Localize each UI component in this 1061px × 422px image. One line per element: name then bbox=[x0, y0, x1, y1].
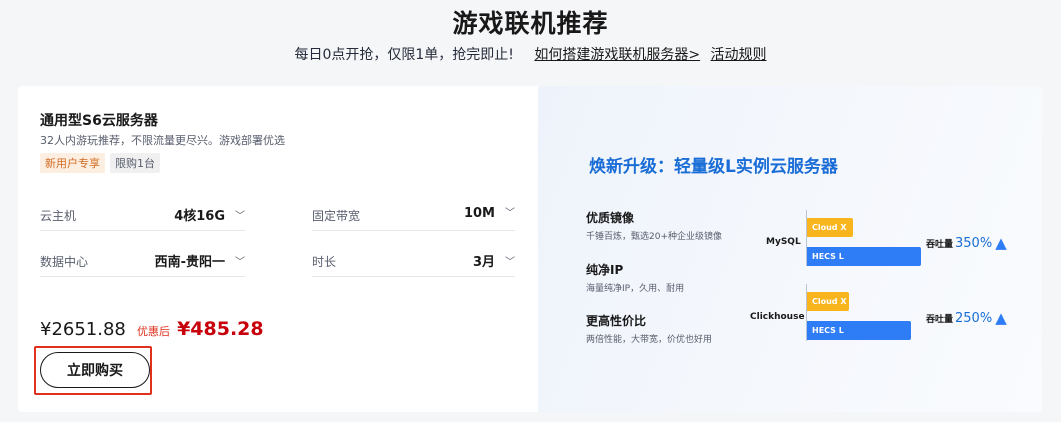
spec-host-label: 云主机 bbox=[40, 209, 77, 223]
comparison-name: MySQL bbox=[766, 237, 801, 247]
feature-desc: 两倍性能，大带宽，价优也好用 bbox=[586, 335, 713, 345]
product-panel: 通用型S6云服务器 32人内游玩推荐，不限流量更尽兴。游戏部署优选 新用户专享 … bbox=[18, 86, 538, 412]
page-title: 游戏联机推荐 bbox=[452, 9, 609, 38]
guide-link[interactable]: 如何搭建游戏联机服务器> bbox=[534, 47, 700, 63]
chevron-down-icon: ﹀ bbox=[235, 257, 245, 268]
metric-label: 吞吐量 bbox=[926, 315, 954, 325]
throughput-metric: 吞吐量 350% ▲ bbox=[926, 233, 1007, 252]
chevron-down-icon: ﹀ bbox=[505, 257, 515, 268]
hecs-bar: HECS L bbox=[807, 247, 921, 266]
price-tip: 优惠后 bbox=[136, 325, 170, 338]
product-title: 通用型S6云服务器 bbox=[40, 113, 158, 129]
product-desc: 32人内游玩推荐，不限流量更尽兴。游戏部署优选 bbox=[40, 134, 285, 147]
product-tags: 新用户专享 限购1台 bbox=[40, 153, 160, 173]
new-user-tag: 新用户专享 bbox=[40, 153, 105, 173]
metric-value: 350% bbox=[955, 236, 993, 251]
feature-title: 优质镜像 bbox=[586, 211, 635, 225]
throughput-metric: 吞吐量 250% ▲ bbox=[926, 308, 1007, 327]
arrow-up-icon: ▲ bbox=[995, 234, 1007, 252]
comparison-name: Clickhouse bbox=[750, 312, 805, 322]
price-original: ¥2651.88 bbox=[40, 319, 126, 340]
arrow-up-icon: ▲ bbox=[995, 309, 1007, 327]
promo-panel: 焕新升级：轻量级L实例云服务器 优质镜像 千锤百炼，甄选20+种企业级镜像 纯净… bbox=[538, 86, 1042, 412]
promo-title: 焕新升级：轻量级L实例云服务器 bbox=[589, 157, 838, 177]
feature-desc: 海量纯净IP，久用、耐用 bbox=[586, 284, 685, 294]
buy-now-button[interactable]: 立即购买 bbox=[40, 352, 150, 388]
metric-label: 吞吐量 bbox=[926, 240, 954, 250]
price-final: ¥485.28 bbox=[177, 318, 264, 340]
feature-title: 更高性价比 bbox=[586, 314, 647, 328]
hecs-bar: HECS L bbox=[807, 321, 911, 340]
spec-duration-label: 时长 bbox=[312, 255, 337, 269]
spec-datacenter-label: 数据中心 bbox=[40, 255, 89, 269]
limit-tag: 限购1台 bbox=[110, 153, 160, 173]
page-subtitle: 每日0点开抢，仅限1单，抢完即止! 如何搭建游戏联机服务器> 活动规则 bbox=[0, 44, 1061, 64]
spec-datacenter-value: 西南-贵阳一 bbox=[154, 255, 225, 270]
spec-duration: 时长 3月 ﹀ bbox=[312, 251, 515, 277]
rules-link[interactable]: 活动规则 bbox=[711, 47, 767, 63]
spec-bandwidth-select[interactable]: 10M ﹀ bbox=[464, 205, 515, 221]
feature-desc: 千锤百炼，甄选20+种企业级镜像 bbox=[586, 232, 722, 242]
spec-host-value: 4核16G bbox=[174, 209, 225, 224]
metric-value: 250% bbox=[955, 311, 993, 326]
spec-duration-value: 3月 bbox=[472, 255, 495, 270]
spec-bandwidth-value: 10M bbox=[463, 206, 495, 221]
spec-duration-select[interactable]: 3月 ﹀ bbox=[473, 251, 515, 270]
spec-bandwidth: 固定带宽 10M ﹀ bbox=[312, 205, 515, 231]
cloudx-bar: Cloud X bbox=[807, 292, 849, 311]
cloudx-bar: Cloud X bbox=[807, 218, 853, 237]
feature-title: 纯净IP bbox=[586, 263, 624, 277]
spec-datacenter: 数据中心 西南-贵阳一 ﹀ bbox=[40, 251, 245, 277]
product-card: 通用型S6云服务器 32人内游玩推荐，不限流量更尽兴。游戏部署优选 新用户专享 … bbox=[18, 86, 1042, 412]
spec-datacenter-select[interactable]: 西南-贵阳一 ﹀ bbox=[155, 251, 245, 270]
subtitle-text: 每日0点开抢，仅限1单，抢完即止! bbox=[294, 47, 514, 63]
spec-host-select[interactable]: 4核16G ﹀ bbox=[174, 205, 245, 224]
spec-bandwidth-label: 固定带宽 bbox=[312, 209, 361, 223]
chevron-down-icon: ﹀ bbox=[235, 211, 245, 222]
spec-host: 云主机 4核16G ﹀ bbox=[40, 205, 245, 231]
chevron-down-icon: ﹀ bbox=[505, 208, 515, 219]
price-row: ¥2651.88 优惠后 ¥485.28 bbox=[40, 318, 264, 340]
